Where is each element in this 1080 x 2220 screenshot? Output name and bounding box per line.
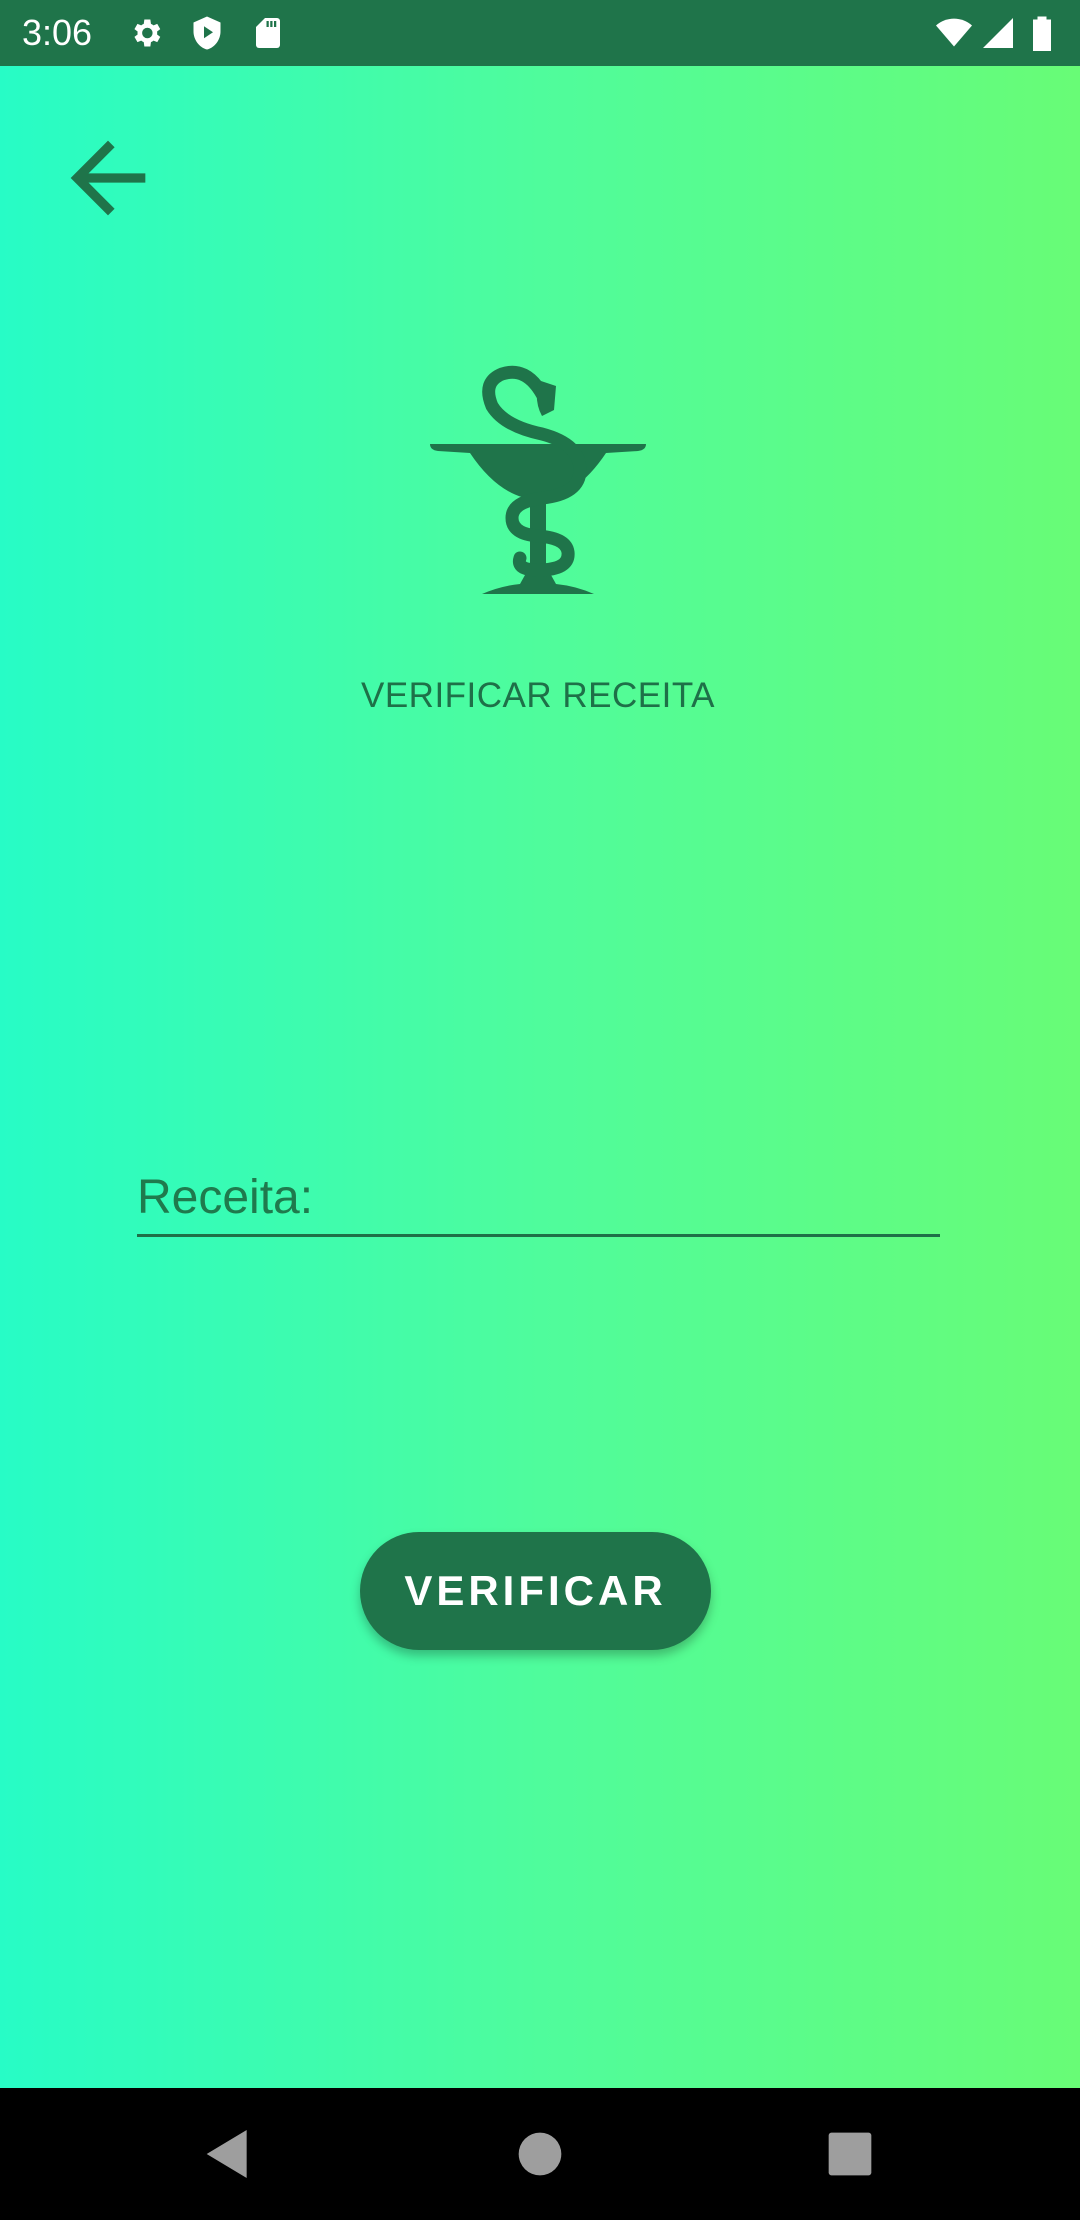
app-content: VERIFICAR RECEITA VERIFICAR <box>0 66 1080 2088</box>
wifi-icon <box>936 15 972 51</box>
triangle-back-icon <box>206 2130 247 2178</box>
receita-field <box>137 1101 940 1239</box>
nav-back-button[interactable] <box>196 2122 260 2186</box>
system-nav-bar <box>0 2088 1080 2220</box>
status-bar: 3:06 <box>0 0 1080 66</box>
page-title: VERIFICAR RECEITA <box>360 676 715 715</box>
sd-card-icon <box>250 15 286 51</box>
back-arrow-icon <box>70 140 146 216</box>
gear-icon <box>128 15 164 51</box>
back-button[interactable] <box>52 122 164 234</box>
pharmacy-logo-icon <box>430 358 646 598</box>
nav-recents-button[interactable] <box>818 2122 882 2186</box>
nav-home-button[interactable] <box>508 2122 572 2186</box>
signal-icon <box>980 15 1016 51</box>
status-time: 3:06 <box>22 12 93 53</box>
battery-icon <box>1030 15 1054 51</box>
square-recents-icon <box>828 2132 872 2176</box>
verificar-button[interactable]: VERIFICAR <box>360 1532 711 1650</box>
shield-play-icon <box>189 15 225 51</box>
receita-input[interactable] <box>137 1101 940 1237</box>
circle-home-icon <box>518 2132 562 2176</box>
